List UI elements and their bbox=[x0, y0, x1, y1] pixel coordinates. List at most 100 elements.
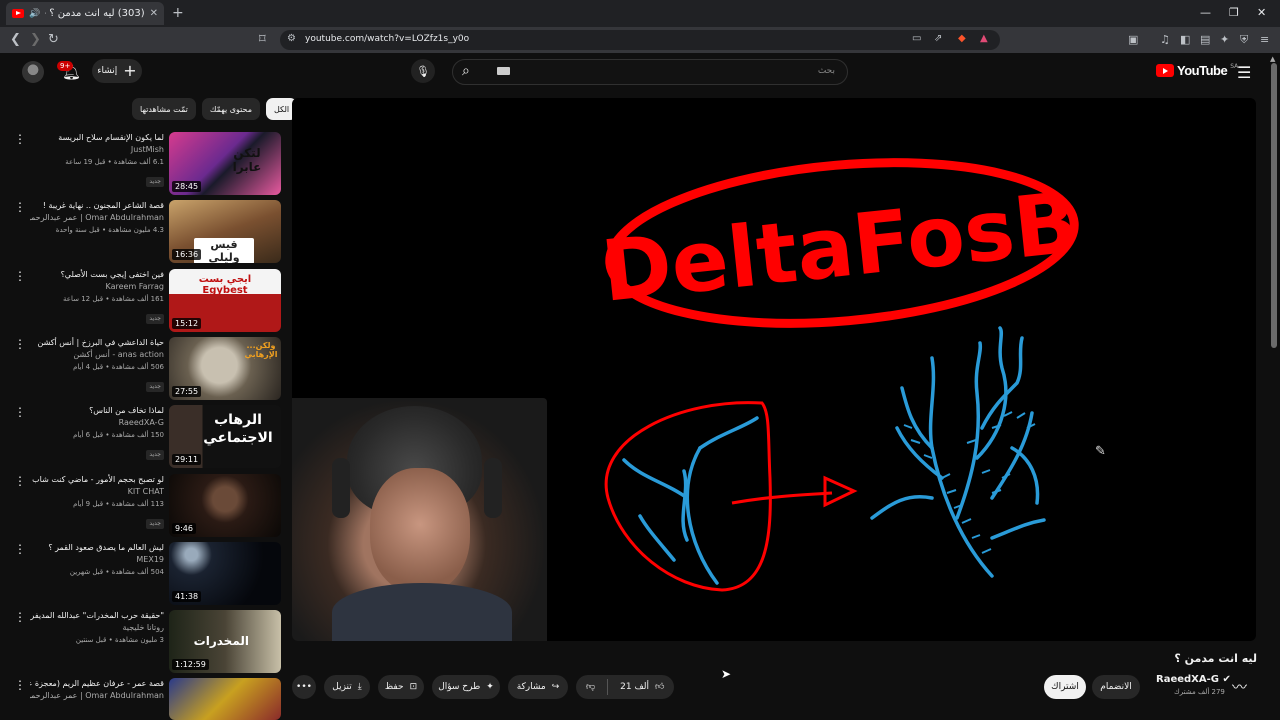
share-button[interactable]: مشاركة ↪ bbox=[508, 675, 568, 699]
recommendation-item[interactable]: ⋮ لما يكون الإنقسام سلاح البريسة JustMis… bbox=[0, 132, 285, 196]
channel-logo-icon[interactable]: 〰 bbox=[1232, 676, 1247, 697]
video-thumbnail[interactable]: قيس وليلى 16:36 bbox=[169, 200, 281, 263]
video-title[interactable]: قصة الشاعر المجنون .. نهاية غريبة ! bbox=[30, 200, 164, 212]
rewards-icon[interactable]: ▲ bbox=[980, 33, 988, 44]
more-options-icon[interactable]: ⋮ bbox=[14, 200, 26, 214]
ask-button[interactable]: طرح سؤال ✦ bbox=[432, 675, 500, 699]
video-title[interactable]: لماذا تخاف من الناس؟ bbox=[30, 405, 164, 417]
sidebar-panel-icon[interactable]: ▣ bbox=[1128, 33, 1138, 46]
recommendation-item[interactable]: ⋮ "حقيقة حرب المخدرات" عبدالله المديفر ي… bbox=[0, 610, 285, 674]
video-meta: "حقيقة حرب المخدرات" عبدالله المديفر يحا… bbox=[30, 610, 164, 646]
recommendation-item[interactable]: ⋮ ليش العالم ما يصدق صعود القمر ؟ MEX19 … bbox=[0, 542, 285, 606]
cast-icon[interactable]: ▭ bbox=[912, 33, 921, 44]
save-button[interactable]: حفظ ⊡ bbox=[378, 675, 424, 699]
wallet-icon[interactable]: ▤ bbox=[1200, 33, 1210, 46]
channel-name[interactable]: Omar Abdulrahman | عمر عبدالرحمن bbox=[30, 690, 164, 702]
video-title[interactable]: لو تصبح بحجم الأمور - ماضي كنت شاب bbox=[30, 474, 164, 486]
back-arrow-icon[interactable]: ❮ bbox=[10, 32, 21, 47]
video-player[interactable]: DeltaFosB ✎ bbox=[292, 98, 1256, 641]
video-thumbnail[interactable]: 41:38 bbox=[169, 542, 281, 605]
more-options-icon[interactable]: ⋮ bbox=[14, 405, 26, 419]
dislike-icon[interactable]: 👎︎ bbox=[586, 682, 595, 692]
video-thumbnail[interactable]: الرهاب الاجتماعي 29:11 bbox=[169, 405, 281, 468]
video-thumbnail[interactable] bbox=[169, 678, 281, 720]
new-tab-button[interactable]: + bbox=[172, 5, 184, 21]
search-icon[interactable]: ⌕ bbox=[462, 63, 470, 79]
video-title[interactable]: حياة الداعشي في البرزخ | أنس أكشن bbox=[30, 337, 164, 349]
video-title[interactable]: قصة عمر - عرفان عظيم الريم (معجزة عجيبة) bbox=[30, 678, 164, 690]
channel-name[interactable]: ✔ RaeedXA-G bbox=[1156, 674, 1231, 685]
like-count[interactable]: 21 ألف bbox=[620, 682, 649, 692]
video-title[interactable]: "حقيقة حرب المخدرات" عبدالله المديفر يحا… bbox=[30, 610, 164, 622]
bookmark-save-icon: ⊡ bbox=[409, 682, 418, 692]
address-bar[interactable]: ⚙ youtube.com/watch?v=LOZfz1s_y0o ▭ ⇗ ◆ … bbox=[280, 30, 1000, 50]
tab-close-icon[interactable]: ✕ bbox=[150, 8, 158, 19]
channel-name-text[interactable]: RaeedXA-G bbox=[1156, 674, 1219, 685]
share-icon[interactable]: ⇗ bbox=[934, 33, 942, 44]
keyboard-icon[interactable] bbox=[497, 67, 510, 75]
split-view-icon[interactable]: ◧ bbox=[1180, 33, 1190, 46]
recommendation-item[interactable]: ⋮ لو تصبح بحجم الأمور - ماضي كنت شاب KIT… bbox=[0, 474, 285, 538]
channel-name[interactable]: KIT CHAT bbox=[30, 486, 164, 498]
scrollbar-thumb[interactable] bbox=[1271, 63, 1277, 348]
url-text[interactable]: youtube.com/watch?v=LOZfz1s_y0o bbox=[305, 34, 469, 44]
like-icon[interactable]: 👍︎ bbox=[655, 682, 664, 692]
bookmark-icon[interactable]: ⌑ bbox=[259, 32, 266, 47]
video-title[interactable]: فين اختفى إيجي بست الأصلي؟ bbox=[30, 269, 164, 281]
forward-arrow-icon[interactable]: ❯ bbox=[30, 32, 41, 47]
close-window-button[interactable]: ✕ bbox=[1257, 6, 1266, 19]
channel-name[interactable]: Omar Abdulrahman | عمر عبدالرحمن bbox=[30, 212, 164, 224]
channel-name[interactable]: Kareem Farrag bbox=[30, 281, 165, 293]
guide-menu-icon[interactable]: ☰ bbox=[1237, 63, 1251, 82]
channel-name[interactable]: روتانا خليجية bbox=[30, 622, 164, 634]
chip-for-you[interactable]: محتوى يهمّك bbox=[201, 98, 260, 120]
scroll-up-arrow-icon[interactable]: ▲ bbox=[1270, 55, 1275, 63]
search-input[interactable]: ⌕ بحث bbox=[452, 59, 848, 85]
page-scrollbar[interactable]: ▲ bbox=[1268, 53, 1280, 720]
maximize-button[interactable]: ❐ bbox=[1229, 6, 1239, 19]
more-options-icon[interactable]: ⋮ bbox=[14, 610, 26, 624]
browser-menu-icon[interactable]: ≡ bbox=[1260, 33, 1269, 46]
channel-name[interactable]: JustMish bbox=[30, 144, 164, 156]
minimize-button[interactable]: — bbox=[1200, 6, 1211, 19]
chip-watched[interactable]: تمّت مشاهدتها bbox=[132, 98, 196, 120]
video-thumbnail[interactable]: ولكن... الإرهابي 27:55 bbox=[169, 337, 281, 400]
browser-tab[interactable]: 🔊 (303) ليه انت مدمن ؟ - YouTube ✕ bbox=[6, 2, 164, 25]
recommendation-item[interactable]: ⋮ قصة الشاعر المجنون .. نهاية غريبة ! Om… bbox=[0, 200, 285, 264]
video-title[interactable]: ليش العالم ما يصدق صعود القمر ؟ bbox=[30, 542, 164, 554]
create-button[interactable]: إنشاء + bbox=[92, 59, 142, 83]
more-actions-button[interactable]: ••• bbox=[292, 675, 316, 699]
account-avatar[interactable] bbox=[22, 61, 44, 83]
streamer-hoodie bbox=[332, 583, 512, 641]
site-info-icon[interactable]: ⚙ bbox=[287, 33, 296, 44]
youtube-logo[interactable]: YouTube SA bbox=[1156, 63, 1238, 78]
video-thumbnail[interactable]: لتكن عابرا 28:45 bbox=[169, 132, 281, 195]
subscribe-button[interactable]: اشتراك bbox=[1044, 675, 1086, 699]
more-options-icon[interactable]: ⋮ bbox=[14, 678, 26, 692]
reload-icon[interactable]: ↻ bbox=[48, 32, 59, 47]
more-options-icon[interactable]: ⋮ bbox=[14, 269, 26, 283]
music-icon[interactable]: ♫ bbox=[1160, 33, 1170, 46]
more-options-icon[interactable]: ⋮ bbox=[14, 132, 26, 146]
channel-name[interactable]: MEX19 bbox=[30, 554, 164, 566]
channel-name[interactable]: anas action - أنس أكشن bbox=[30, 349, 164, 361]
video-thumbnail[interactable]: المخدرات 1:12:59 bbox=[169, 610, 281, 673]
download-button[interactable]: تنزيل ⤓ bbox=[324, 675, 370, 699]
recommendation-item[interactable]: ⋮ حياة الداعشي في البرزخ | أنس أكشن anas… bbox=[0, 337, 285, 401]
more-options-icon[interactable]: ⋮ bbox=[14, 337, 26, 351]
speaker-icon[interactable]: 🔊 bbox=[29, 9, 40, 19]
brave-shield-icon[interactable]: ◆ bbox=[958, 33, 966, 44]
video-thumbnail[interactable]: ايجي بست Egybest 15:12 bbox=[169, 269, 281, 332]
join-button[interactable]: الانضمام bbox=[1092, 675, 1140, 699]
ai-icon[interactable]: ✦ bbox=[1220, 33, 1229, 46]
video-thumbnail[interactable]: 9:46 bbox=[169, 474, 281, 537]
voice-search-mic-icon[interactable]: 🎙︎ bbox=[411, 59, 435, 83]
recommendation-item[interactable]: ⋮ فين اختفى إيجي بست الأصلي؟ Kareem Farr… bbox=[0, 269, 285, 333]
recommendation-item[interactable]: ⋮ قصة عمر - عرفان عظيم الريم (معجزة عجيب… bbox=[0, 678, 285, 720]
recommendation-item[interactable]: ⋮ لماذا تخاف من الناس؟ RaeedXA-G 150 ألف… bbox=[0, 405, 285, 469]
vpn-icon[interactable]: ⛨ bbox=[1240, 33, 1248, 47]
more-options-icon[interactable]: ⋮ bbox=[14, 542, 26, 556]
more-options-icon[interactable]: ⋮ bbox=[14, 474, 26, 488]
video-title[interactable]: لما يكون الإنقسام سلاح البريسة bbox=[30, 132, 164, 144]
channel-name[interactable]: RaeedXA-G bbox=[30, 417, 164, 429]
